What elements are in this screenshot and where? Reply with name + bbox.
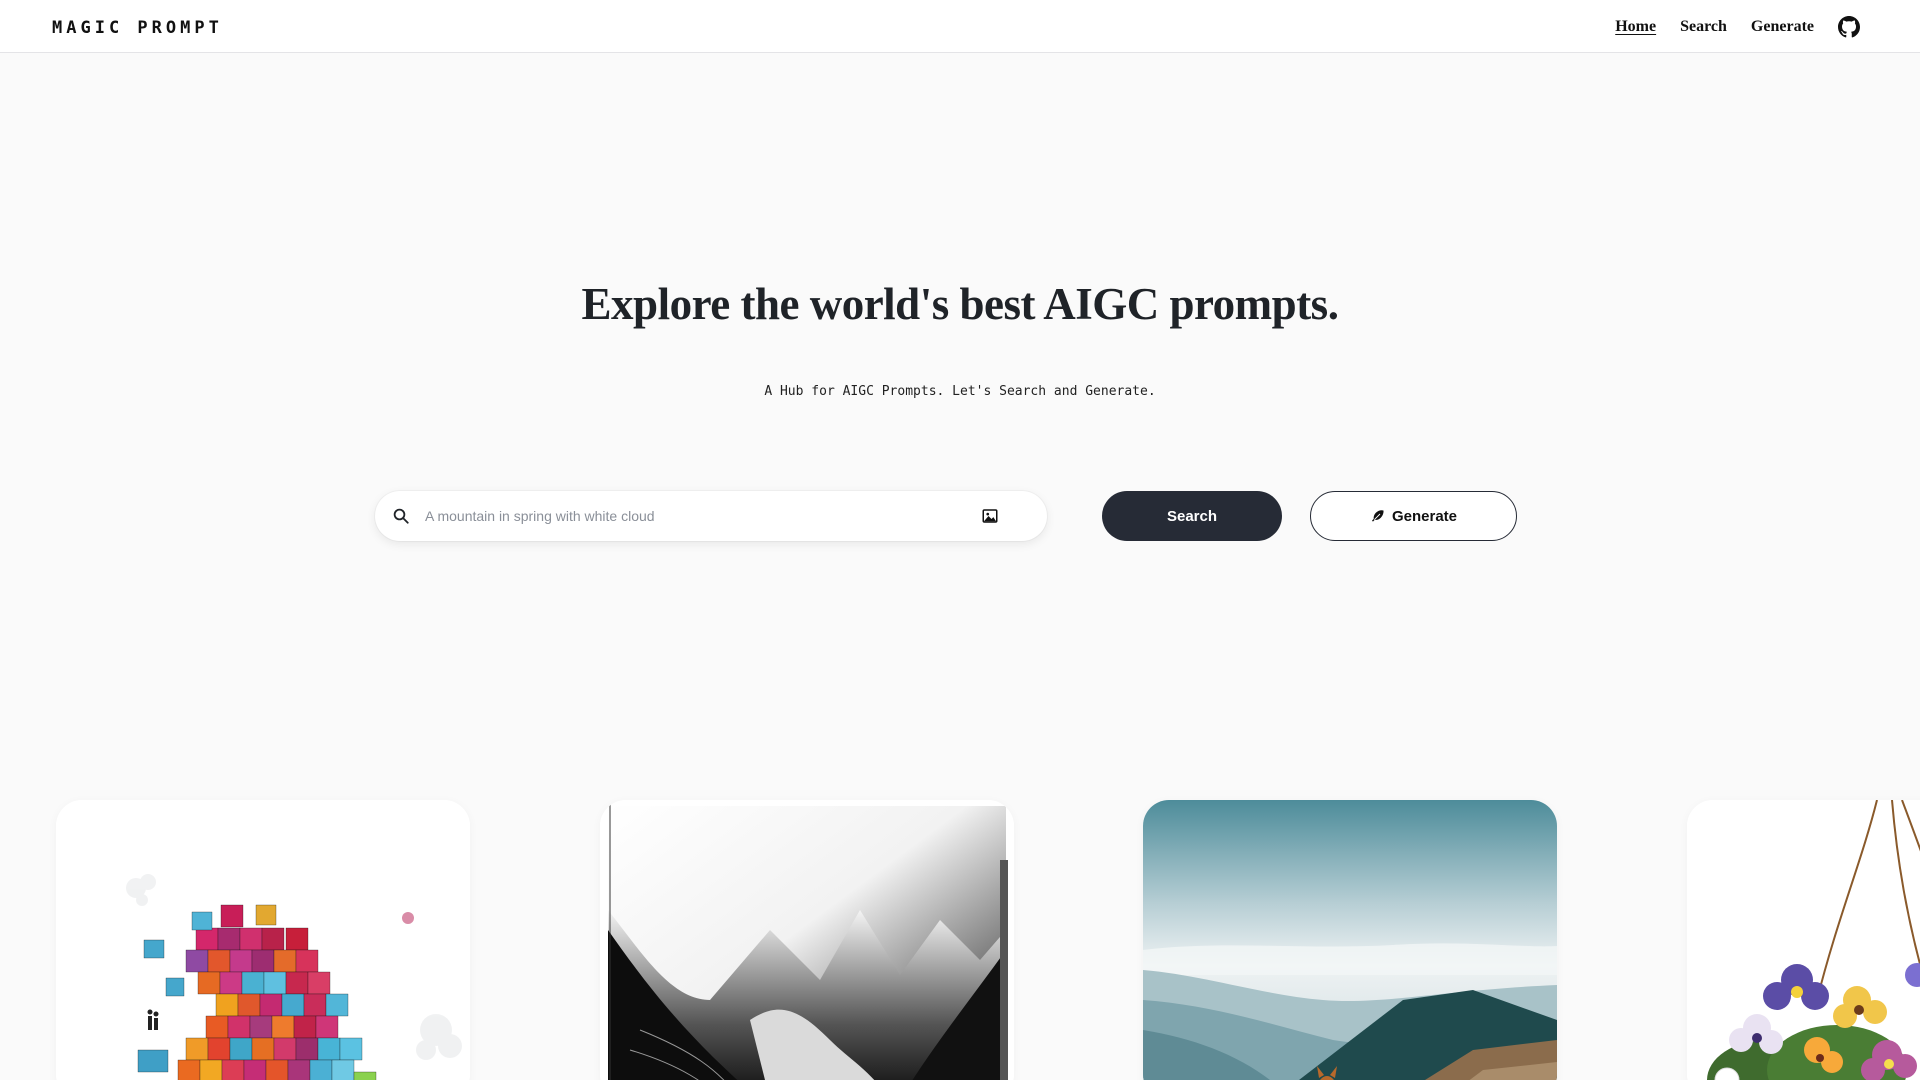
feather-icon bbox=[1371, 510, 1384, 522]
nav-generate-link[interactable]: Generate bbox=[1751, 18, 1814, 36]
generate-button-label: Generate bbox=[1391, 507, 1458, 525]
gallery-card[interactable] bbox=[1143, 800, 1557, 1080]
search-box bbox=[375, 491, 1047, 541]
colorful-cubes-image bbox=[56, 800, 470, 1080]
gallery-card[interactable] bbox=[1687, 800, 1920, 1080]
search-input[interactable] bbox=[425, 491, 985, 541]
search-icon bbox=[393, 508, 409, 524]
misty-valley-image bbox=[1143, 800, 1557, 1080]
search-button[interactable]: Search bbox=[1102, 491, 1282, 541]
nav-search-link[interactable]: Search bbox=[1680, 18, 1727, 36]
gallery-card[interactable] bbox=[600, 800, 1014, 1080]
logo[interactable]: MAGIC PROMPT bbox=[52, 18, 223, 38]
generate-button[interactable]: Generate bbox=[1310, 491, 1517, 541]
nav-home-link[interactable]: Home bbox=[1615, 18, 1656, 36]
gallery-card[interactable] bbox=[56, 800, 470, 1080]
main-nav: Home Search Generate bbox=[1615, 0, 1920, 53]
page-title: Explore the world's best AIGC prompts. bbox=[581, 279, 1339, 329]
hanging-flowers-image bbox=[1687, 800, 1920, 1080]
github-icon[interactable] bbox=[1838, 15, 1860, 38]
top-navbar: MAGIC PROMPT Home Search Generate bbox=[0, 0, 1920, 53]
image-upload-icon[interactable] bbox=[981, 507, 999, 525]
monochrome-mountains-image bbox=[600, 800, 1014, 1080]
page-subtitle: A Hub for AIGC Prompts. Let's Search and… bbox=[764, 384, 1156, 399]
